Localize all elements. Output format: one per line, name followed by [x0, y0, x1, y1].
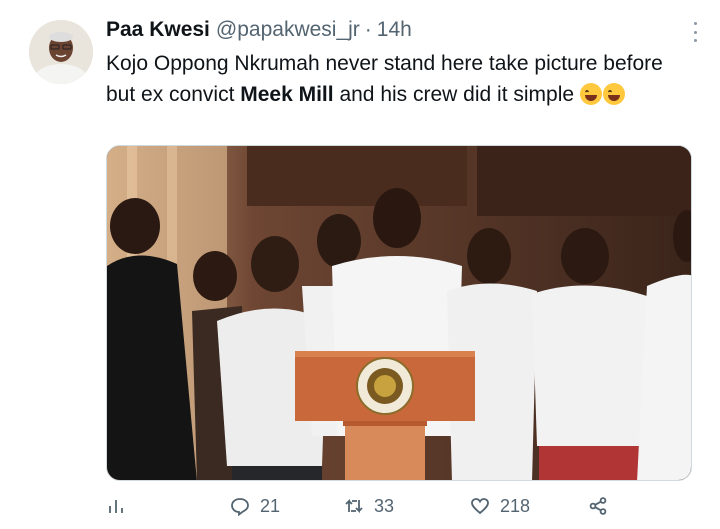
- more-options-icon[interactable]: [692, 22, 698, 42]
- analytics-icon: [109, 500, 123, 513]
- heart-icon: [471, 498, 489, 515]
- display-name[interactable]: Paa Kwesi: [106, 18, 210, 42]
- share-icon: [589, 497, 607, 515]
- reply-button[interactable]: 21: [230, 490, 280, 522]
- share-button[interactable]: [588, 490, 608, 522]
- timestamp[interactable]: 14h: [377, 18, 412, 42]
- grinning-squinting-face-icon: [602, 83, 625, 105]
- rolling-on-floor-laughing-icon: [579, 83, 602, 105]
- tweet-text-part2: and his crew did it simple: [333, 83, 580, 106]
- analytics-button[interactable]: [106, 490, 126, 522]
- tweet-text: Kojo Oppong Nkrumah never stand here tak…: [106, 48, 696, 110]
- retweet-count: 33: [374, 495, 395, 516]
- avatar[interactable]: [29, 20, 93, 84]
- like-count: 218: [500, 495, 531, 516]
- retweet-button[interactable]: 33: [344, 490, 394, 522]
- like-button[interactable]: 218: [470, 490, 530, 522]
- tweet-photo[interactable]: [106, 145, 692, 481]
- separator-dot: ·: [364, 18, 372, 41]
- tweet-text-bold: Meek Mill: [240, 83, 334, 106]
- tweet-card[interactable]: Paa Kwesi @papakwesi_jr · 14h Kojo Oppon…: [0, 0, 720, 529]
- retweet-icon: [345, 498, 363, 514]
- user-handle[interactable]: @papakwesi_jr: [216, 18, 360, 42]
- tweet-actions: 21 33 218: [106, 490, 692, 522]
- reply-count: 21: [260, 495, 281, 516]
- reply-icon: [231, 498, 249, 516]
- tweet-header: Paa Kwesi @papakwesi_jr · 14h: [106, 14, 412, 46]
- photo-scene: [107, 146, 691, 480]
